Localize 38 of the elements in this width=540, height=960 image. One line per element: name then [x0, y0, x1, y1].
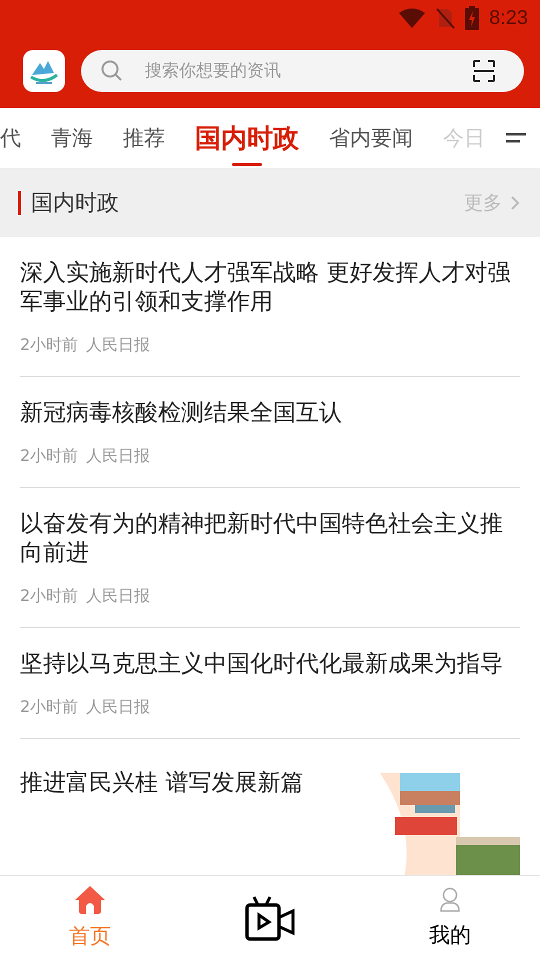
news-title: 以奋发有为的精神把新时代中国特色社会主义推向前进 [20, 510, 504, 568]
news-time: 2小时前 [20, 446, 78, 467]
news-title: 坚持以马克思主义中国化时代化最新成果为指导 [20, 650, 504, 679]
home-icon [75, 886, 105, 914]
news-item[interactable]: 坚持以马克思主义中国化时代化最新成果为指导 2小时前 人民日报 [20, 628, 520, 739]
category-tab[interactable]: 代 [0, 108, 36, 168]
status-time: 8:23 [489, 6, 528, 30]
news-title: 推进富民兴桂 谱写发展新篇 [20, 769, 304, 798]
category-tab[interactable]: 青海 [36, 108, 108, 168]
news-item[interactable]: 以奋发有为的精神把新时代中国特色社会主义推向前进 2小时前 人民日报 [20, 488, 520, 628]
no-sim-icon [435, 7, 456, 29]
news-item[interactable]: 新冠病毒核酸检测结果全国互认 2小时前 人民日报 [20, 377, 520, 488]
news-time: 2小时前 [20, 697, 78, 718]
news-title: 深入实施新时代人才强军战略 更好发挥人才对强军事业的引领和支撑作用 [20, 259, 512, 317]
scan-icon[interactable] [472, 59, 496, 83]
app-logo[interactable] [23, 50, 65, 92]
category-tab[interactable]: 国内时政 [180, 108, 314, 168]
category-tab[interactable]: 推荐 [108, 108, 180, 168]
category-tab[interactable]: 省内要闻 [314, 108, 428, 168]
news-source: 人民日报 [86, 697, 150, 718]
menu-icon[interactable] [506, 132, 526, 144]
search-bar[interactable]: 搜索你想要的资讯 [81, 50, 524, 92]
chevron-icon [510, 195, 520, 211]
news-source: 人民日报 [86, 335, 150, 356]
news-source: 人民日报 [86, 586, 150, 607]
user-icon [439, 887, 461, 913]
news-title: 新冠病毒核酸检测结果全国互认 [20, 399, 343, 428]
search-field[interactable]: 搜索你想要的资讯 [143, 60, 452, 82]
news-source: 人民日报 [86, 446, 150, 467]
search-icon [101, 60, 123, 82]
tv-video-icon [244, 895, 296, 941]
battery-icon [465, 6, 480, 30]
news-item[interactable]: 深入实施新时代人才强军战略 更好发挥人才对强军事业的引领和支撑作用 2小时前 人民日报 [20, 237, 520, 377]
news-time: 2小时前 [20, 335, 78, 356]
wifi-icon [399, 8, 426, 28]
section-title: 国内时政 [31, 190, 119, 218]
news-time: 2小时前 [20, 586, 78, 607]
profile-tab[interactable]: 我的 [390, 887, 510, 949]
